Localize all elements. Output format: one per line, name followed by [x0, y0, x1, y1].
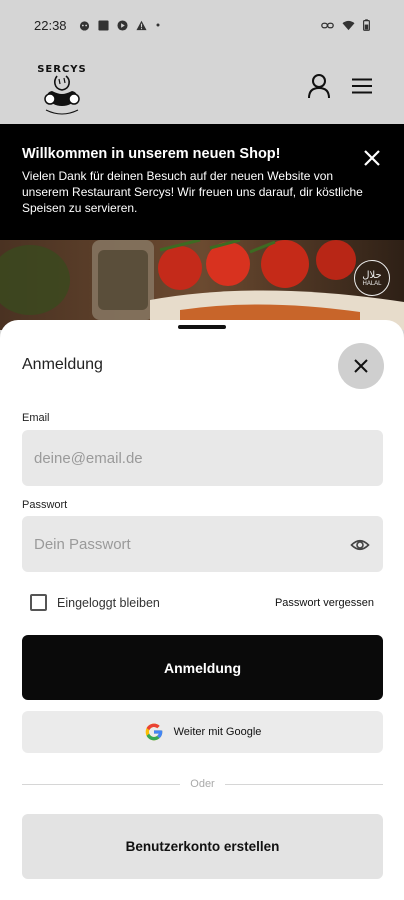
eye-icon[interactable]	[350, 535, 370, 555]
status-bar: 22:38	[0, 0, 404, 50]
cat-face-icon	[79, 20, 89, 31]
banner-text: Vielen Dank für deinen Besuch auf der ne…	[22, 169, 363, 215]
dot-icon	[156, 23, 160, 27]
hero-food-image: حلال HALAL	[0, 240, 404, 330]
banner-title: Willkommen in unserem neuen Shop!	[22, 146, 281, 162]
google-button-label: Weiter mit Google	[173, 726, 262, 738]
login-button[interactable]: Anmeldung	[22, 635, 383, 700]
app-header: SERCYS	[0, 50, 404, 124]
sheet-title: Anmeldung	[22, 356, 103, 373]
forgot-password-link[interactable]: Passwort vergessen	[275, 597, 374, 609]
drag-handle[interactable]	[178, 325, 226, 329]
menu-button[interactable]	[348, 72, 376, 100]
divider-text: Oder	[190, 778, 215, 790]
logo-text: SERCYS	[37, 64, 87, 75]
password-label: Passwort	[22, 499, 68, 511]
status-time: 22:38	[34, 17, 67, 33]
account-button[interactable]	[305, 72, 333, 100]
password-field[interactable]	[22, 516, 383, 572]
login-sheet: Anmeldung Email Passwort Eingeloggt blei…	[0, 320, 404, 900]
create-account-button[interactable]: Benutzerkonto erstellen	[22, 814, 383, 879]
status-left: 22:38	[34, 18, 161, 33]
person-icon	[308, 74, 330, 99]
google-icon	[145, 723, 162, 741]
email-field[interactable]	[22, 430, 383, 486]
remember-me-label: Eingeloggt bleiben	[57, 595, 160, 610]
warning-icon	[136, 20, 147, 30]
halal-badge-arabic: حلال	[362, 269, 382, 281]
close-icon[interactable]	[362, 148, 382, 168]
welcome-banner: Willkommen in unserem neuen Shop! Vielen…	[0, 124, 404, 240]
sheet-close-button[interactable]	[338, 343, 384, 389]
google-signin-button[interactable]: Weiter mit Google	[22, 711, 383, 753]
email-label: Email	[22, 412, 50, 424]
battery-icon	[363, 19, 370, 31]
halal-badge: حلال HALAL	[354, 260, 390, 296]
link-icon	[321, 22, 334, 28]
divider-line-left	[22, 783, 181, 785]
wifi-icon	[342, 20, 355, 30]
sercys-logo[interactable]: SERCYS	[32, 56, 92, 120]
close-icon	[354, 359, 368, 373]
remember-me-checkbox[interactable]	[30, 594, 47, 611]
or-divider: Oder	[22, 776, 383, 792]
food-photo	[0, 240, 404, 330]
square-icon	[98, 19, 109, 31]
halal-badge-text: HALAL	[362, 280, 382, 287]
divider-line-right	[224, 783, 383, 785]
status-right	[321, 19, 370, 31]
hamburger-menu-icon	[352, 78, 372, 94]
remember-me-row[interactable]: Eingeloggt bleiben	[30, 594, 160, 611]
play-circle-icon	[117, 19, 128, 31]
